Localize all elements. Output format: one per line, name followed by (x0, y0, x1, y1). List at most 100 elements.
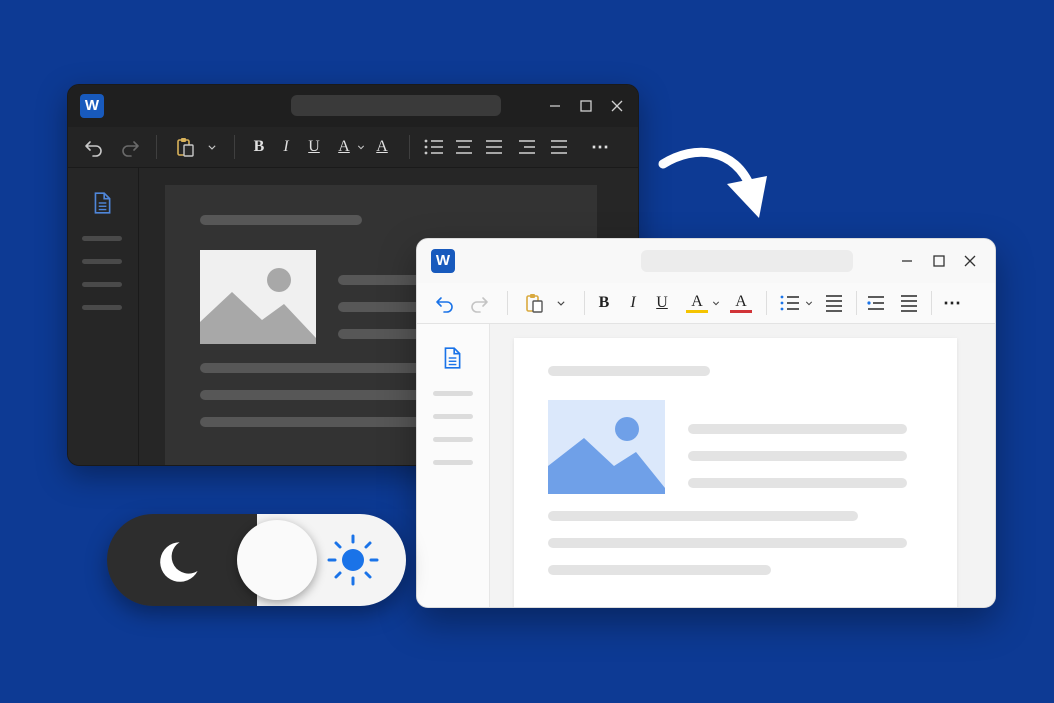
text-line-placeholder (548, 538, 907, 548)
heading-placeholder (200, 215, 362, 225)
text-line-placeholder (548, 511, 858, 521)
align-right-icon (519, 140, 535, 154)
highlight-button[interactable]: A (333, 127, 355, 167)
undo-icon (436, 297, 453, 313)
undo-button[interactable] (80, 127, 108, 167)
toolbar-separator (856, 291, 857, 315)
redo-icon (471, 297, 488, 313)
close-icon (611, 100, 623, 112)
nav-item[interactable] (433, 391, 473, 396)
chevron-down-icon (557, 301, 565, 306)
ribbon-toolbar: B I U A A ⋯ (417, 283, 995, 324)
toolbar-separator (766, 291, 767, 315)
underline-button[interactable]: U (651, 283, 673, 323)
bullet-list-icon (424, 139, 443, 155)
toolbar-separator (584, 291, 585, 315)
redo-button[interactable] (116, 127, 144, 167)
maximize-button[interactable] (924, 239, 954, 283)
document-title-placeholder (641, 250, 853, 272)
align-right-button[interactable] (515, 127, 539, 167)
nav-item[interactable] (433, 414, 473, 419)
document-canvas (490, 324, 995, 607)
bullets-button[interactable] (778, 283, 802, 323)
close-button[interactable] (955, 239, 985, 283)
toggle-knob[interactable] (237, 520, 317, 600)
chevron-down-icon (208, 145, 216, 150)
navigation-pane (68, 168, 139, 465)
highlight-dropdown[interactable] (354, 127, 368, 167)
align-justify-button[interactable] (822, 283, 846, 323)
maximize-icon (933, 255, 945, 267)
underline-button[interactable]: U (303, 127, 325, 167)
text-line-placeholder (688, 424, 907, 434)
align-justify-icon (826, 295, 842, 312)
minimize-icon (550, 105, 560, 107)
document-icon[interactable] (440, 346, 464, 370)
toolbar-separator (409, 135, 410, 159)
chevron-down-icon (712, 301, 720, 306)
sun-icon (327, 534, 379, 586)
maximize-button[interactable] (571, 85, 601, 127)
italic-button[interactable]: I (622, 283, 644, 323)
nav-item[interactable] (433, 460, 473, 465)
font-color-button[interactable]: A (371, 127, 393, 167)
minimize-button[interactable] (540, 85, 570, 127)
paste-options-dropdown[interactable] (202, 127, 222, 167)
bullets-button[interactable] (422, 127, 446, 167)
picture-icon (200, 268, 316, 344)
line-spacing-button[interactable] (547, 127, 571, 167)
picture-icon (548, 417, 665, 494)
heading-placeholder (548, 366, 710, 376)
indent-icon (867, 296, 884, 310)
redo-icon (122, 141, 139, 157)
document-title-placeholder (291, 95, 501, 116)
highlight-button[interactable]: A (686, 293, 708, 313)
navigation-pane (417, 324, 490, 607)
paste-options-dropdown[interactable] (551, 283, 571, 323)
nav-item[interactable] (433, 437, 473, 442)
minimize-button[interactable] (892, 239, 922, 283)
document-icon[interactable] (90, 191, 114, 215)
nav-item[interactable] (82, 305, 122, 310)
align-left-button[interactable] (452, 127, 476, 167)
font-color-button[interactable]: A (730, 293, 752, 313)
toolbar-separator (931, 291, 932, 315)
bold-button[interactable]: B (248, 127, 270, 167)
theme-toggle-switch[interactable] (107, 514, 406, 606)
italic-button[interactable]: I (275, 127, 297, 167)
align-left-icon (901, 295, 917, 312)
nav-item[interactable] (82, 282, 122, 287)
more-options-button[interactable]: ⋯ (940, 283, 964, 323)
more-options-button[interactable]: ⋯ (588, 127, 612, 167)
image-placeholder (200, 250, 316, 344)
text-line-placeholder (688, 451, 907, 461)
paste-button[interactable] (519, 283, 549, 323)
decrease-indent-button[interactable] (864, 283, 888, 323)
title-bar: W (68, 85, 638, 127)
title-bar: W (417, 239, 995, 283)
redo-button[interactable] (465, 283, 493, 323)
close-button[interactable] (602, 85, 632, 127)
chevron-down-icon (805, 301, 813, 306)
toolbar-separator (507, 291, 508, 315)
highlight-dropdown[interactable] (709, 283, 723, 323)
image-placeholder (548, 400, 665, 494)
align-center-icon (456, 140, 472, 154)
nav-item[interactable] (82, 236, 122, 241)
moon-icon (160, 542, 198, 582)
maximize-icon (580, 100, 592, 112)
undo-button[interactable] (431, 283, 459, 323)
bullets-dropdown[interactable] (802, 283, 816, 323)
clipboard-icon (177, 138, 194, 157)
bold-button[interactable]: B (593, 283, 615, 323)
paste-button[interactable] (170, 127, 200, 167)
align-justify-button[interactable] (482, 127, 506, 167)
text-line-placeholder (688, 478, 907, 488)
nav-item[interactable] (82, 259, 122, 264)
paragraph-icon (551, 140, 567, 154)
minimize-icon (902, 260, 912, 262)
align-left-button[interactable] (897, 283, 921, 323)
document-page[interactable] (514, 338, 957, 607)
align-justify-icon (486, 140, 502, 154)
transition-arrow-icon (658, 147, 767, 218)
